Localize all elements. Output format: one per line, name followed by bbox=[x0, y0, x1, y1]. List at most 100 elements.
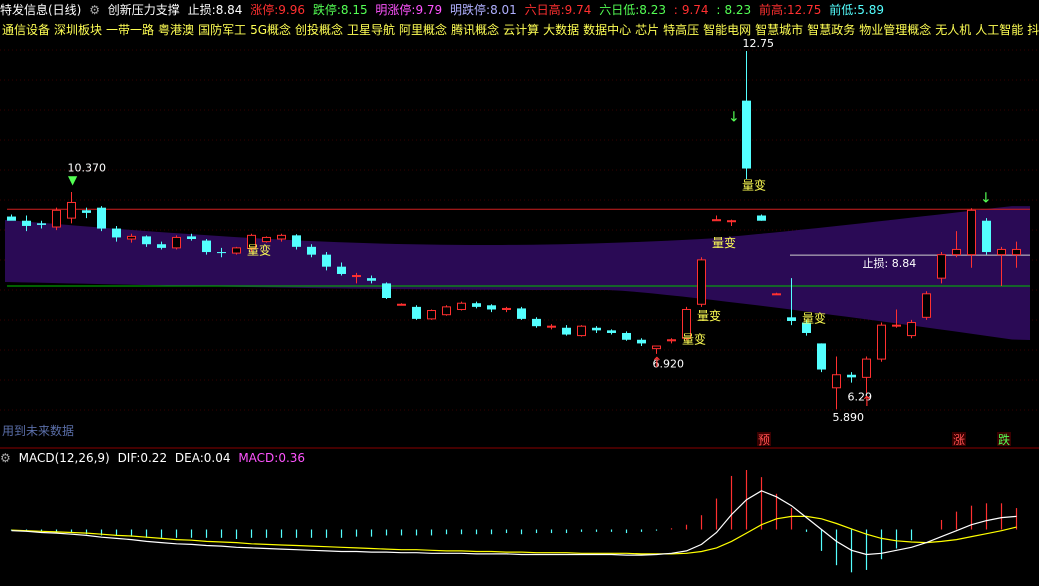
candle[interactable] bbox=[562, 325, 571, 336]
candle[interactable] bbox=[67, 192, 76, 224]
arrow-down-icon: ↓ bbox=[980, 190, 992, 206]
concept-tag[interactable]: 粤港澳 bbox=[158, 23, 194, 37]
candle[interactable] bbox=[502, 306, 511, 313]
candle-body-up bbox=[862, 358, 871, 378]
candle[interactable] bbox=[52, 207, 61, 231]
concept-tag[interactable]: 通信设备 bbox=[2, 23, 50, 37]
candle-body-up bbox=[727, 220, 736, 223]
concept-tag[interactable]: 智慧城市 bbox=[755, 23, 803, 37]
candle[interactable] bbox=[172, 235, 181, 250]
concept-tag[interactable]: 人工智能 bbox=[975, 23, 1023, 37]
dea-value: 0.04 bbox=[203, 451, 231, 465]
concept-tag[interactable]: 深圳板块 bbox=[54, 23, 102, 37]
candle-body-up bbox=[937, 254, 946, 279]
volume-change-tag: 量变 bbox=[802, 311, 826, 326]
concept-tag[interactable]: 智能电网 bbox=[703, 23, 751, 37]
concept-tag[interactable]: 智慧政务 bbox=[807, 23, 855, 37]
concept-tag[interactable]: 特高压 bbox=[663, 23, 699, 37]
candle-body-down bbox=[817, 343, 826, 370]
candle[interactable] bbox=[652, 345, 661, 354]
concept-tags: 通信设备 深圳板块 一带一路 粤港澳 国防军工 5G概念 创投概念 卫星导航 阿里概念 腾讯概念云… bbox=[2, 22, 1039, 38]
candle[interactable] bbox=[7, 214, 16, 221]
concept-tag[interactable]: 创投概念 bbox=[295, 23, 343, 37]
concept-tag[interactable]: 无人机 bbox=[935, 23, 971, 37]
candle[interactable] bbox=[862, 356, 871, 394]
candle[interactable] bbox=[427, 309, 436, 320]
macd-name: MACD(12,26,9) bbox=[18, 451, 110, 465]
candle-body-up bbox=[577, 325, 586, 337]
candle-body-down bbox=[637, 339, 646, 344]
concept-tag[interactable]: 阿里概念 bbox=[399, 23, 447, 37]
candle[interactable] bbox=[727, 219, 736, 226]
concept-tag[interactable]: 大数据 bbox=[543, 23, 579, 37]
limit-down-label: 跌停: bbox=[312, 3, 341, 17]
candle[interactable] bbox=[487, 304, 496, 313]
concept-tag[interactable]: 腾讯概念 bbox=[451, 23, 499, 37]
concept-tag[interactable]: 卫星导航 bbox=[347, 23, 395, 37]
candle-body-down bbox=[82, 210, 91, 213]
candle-body-down bbox=[487, 305, 496, 310]
stock-chart-window: 10.370 12.75 6.920 5.890 6.29 止损: 8.84 量变 量变 量变量… bbox=[0, 0, 1039, 586]
candle-body-down bbox=[412, 306, 421, 319]
macd-settings-icon[interactable]: ⚙ bbox=[0, 451, 11, 465]
candle-body-down bbox=[517, 308, 526, 319]
candle[interactable] bbox=[547, 324, 556, 330]
candle-body-up bbox=[232, 247, 241, 254]
price-marker-label: 5.890 bbox=[833, 411, 865, 424]
prev-low-label: 前低: bbox=[829, 3, 858, 17]
settings-gear-icon[interactable]: ⚙ bbox=[89, 3, 100, 17]
candle[interactable] bbox=[262, 236, 271, 243]
candle[interactable] bbox=[472, 301, 481, 309]
future-data-note: 用到未来数据 bbox=[2, 424, 75, 438]
concept-tag[interactable]: 5G概念 bbox=[250, 23, 291, 37]
candle[interactable] bbox=[607, 329, 616, 335]
candle[interactable] bbox=[412, 305, 421, 320]
concept-tag[interactable]: 物业管理概念 bbox=[859, 23, 931, 37]
candle[interactable] bbox=[532, 317, 541, 328]
candle[interactable] bbox=[232, 246, 241, 255]
candle[interactable] bbox=[832, 356, 841, 410]
candle[interactable] bbox=[382, 282, 391, 300]
candle[interactable] bbox=[697, 257, 706, 307]
candle[interactable] bbox=[592, 326, 601, 333]
limit-up-label: 涨停: bbox=[250, 3, 279, 17]
price-marker-label: 12.75 bbox=[743, 37, 775, 50]
indicator-name: 创新压力支撑 bbox=[107, 3, 180, 17]
concept-tag[interactable]: 芯片 bbox=[635, 23, 659, 37]
candle[interactable] bbox=[817, 343, 826, 373]
macd-label: MACD: bbox=[238, 451, 279, 465]
candle-body-down bbox=[142, 236, 151, 245]
candle[interactable] bbox=[397, 303, 406, 306]
candle-body-up bbox=[67, 201, 76, 219]
candle[interactable] bbox=[667, 338, 676, 344]
chart-canvas[interactable]: 10.37012.756.9205.8906.29止损: 8.84量变量变量变量… bbox=[0, 0, 1039, 586]
candle[interactable] bbox=[622, 331, 631, 341]
candle-body-down bbox=[757, 215, 766, 221]
candle[interactable] bbox=[757, 214, 766, 221]
candle[interactable] bbox=[97, 206, 106, 232]
candle-body-up bbox=[427, 310, 436, 320]
concept-tag[interactable]: 一带一路 bbox=[106, 23, 154, 37]
candle[interactable] bbox=[877, 322, 886, 362]
concept-tag[interactable]: 国防军工 bbox=[198, 23, 246, 37]
candle[interactable] bbox=[442, 305, 451, 316]
candle[interactable] bbox=[457, 301, 466, 311]
concept-tag[interactable]: 抖音概念 bbox=[1027, 23, 1039, 37]
concept-tag[interactable]: 数据中心 bbox=[583, 23, 631, 37]
candle-body-up bbox=[997, 248, 1006, 256]
candle[interactable] bbox=[637, 338, 646, 347]
candle-body-down bbox=[592, 327, 601, 331]
concept-tag[interactable]: 云计算 bbox=[503, 23, 539, 37]
candle[interactable] bbox=[922, 291, 931, 320]
candle[interactable] bbox=[517, 306, 526, 320]
candle[interactable] bbox=[982, 218, 991, 255]
candle[interactable] bbox=[742, 51, 751, 179]
six-day-sep: : bbox=[673, 3, 678, 17]
candle[interactable] bbox=[907, 319, 916, 339]
stop-loss-label: 止损: bbox=[187, 3, 216, 17]
candle[interactable] bbox=[577, 325, 586, 337]
candle-body-up bbox=[712, 219, 721, 222]
candle-body-down bbox=[112, 228, 121, 238]
candle[interactable] bbox=[712, 215, 721, 222]
candle[interactable] bbox=[847, 372, 856, 383]
